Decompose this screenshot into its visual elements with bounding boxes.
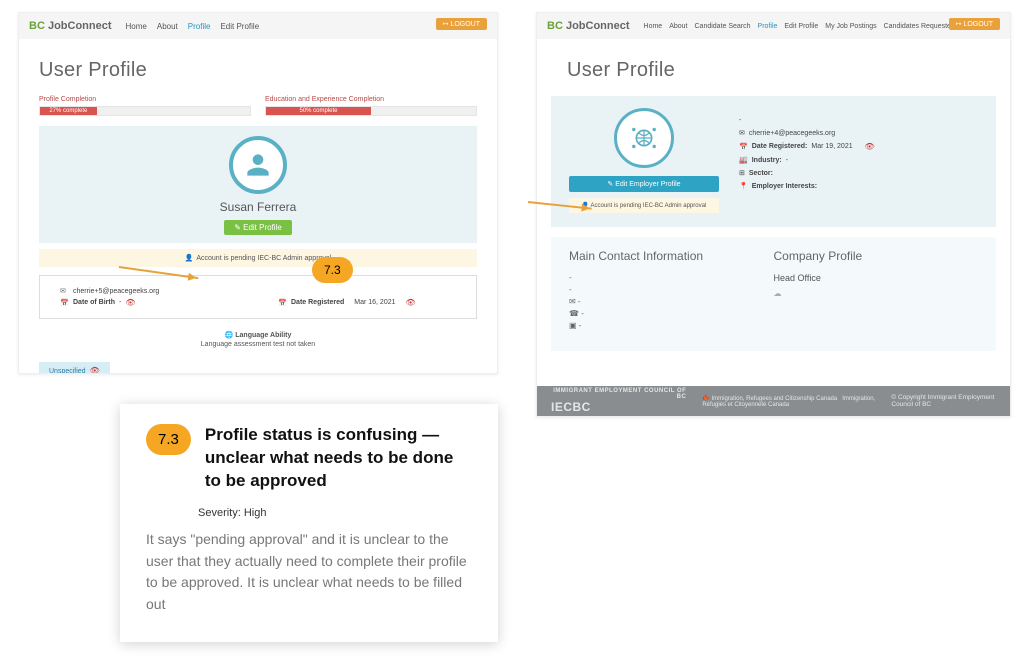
nav-profile[interactable]: Profile <box>188 22 211 31</box>
visibility-off-icon: 👁 <box>125 298 135 307</box>
progress-bar: 50% complete <box>265 106 477 116</box>
user-icon: 👤 <box>185 255 194 262</box>
progress-label: Education and Experience Completion <box>265 96 477 103</box>
user-name: Susan Ferrera <box>39 200 477 214</box>
avatar-icon <box>229 136 287 194</box>
reg-label: Date Registered <box>291 299 344 306</box>
interests-label: Employer Interests: <box>752 183 817 190</box>
dob-label: Date of Birth <box>73 299 115 306</box>
nav-edit-profile[interactable]: Edit Profile <box>784 23 818 30</box>
industry-label: Industry: <box>752 157 782 164</box>
nav-profile[interactable]: Profile <box>758 23 778 30</box>
language-message: Language assessment test not taken <box>39 341 477 348</box>
screenshot-employer: BC JobConnect Home About Candidate Searc… <box>536 12 1011 417</box>
progress-fill: 50% complete <box>266 107 371 115</box>
visibility-off-icon: 👁 <box>865 142 875 151</box>
employer-panel: ✎ Edit Employer Profile 👤 Account is pen… <box>551 96 996 227</box>
email-icon: ✉ <box>60 287 69 295</box>
edit-profile-button[interactable]: ✎ Edit Profile <box>224 220 292 235</box>
progress-row: Profile Completion 27% complete Educatio… <box>19 96 497 116</box>
nav-about[interactable]: About <box>669 23 687 30</box>
reg-value: Mar 16, 2021 <box>354 299 395 306</box>
nav-left: Home About Profile Edit Profile <box>126 22 260 31</box>
visibility-off-icon: 👁 <box>405 298 415 307</box>
contact-title-value: - <box>569 285 774 294</box>
contact-name: - <box>569 273 774 282</box>
footer: IMMIGRANT EMPLOYMENT COUNCIL OF BC IECBC… <box>537 386 1010 416</box>
reg-label: Date Registered: <box>752 143 808 150</box>
annotation-badge: 7.3 <box>312 257 353 283</box>
language-box: 🌐 Language Ability Language assessment t… <box>39 325 477 354</box>
company-profile-title: Company Profile <box>774 249 979 263</box>
nav-home[interactable]: Home <box>644 23 663 30</box>
email-value: cherrie+4@peacegeeks.org <box>749 130 835 137</box>
logout-button[interactable]: ↦ LOGOUT <box>436 18 487 30</box>
calendar-icon: 📅 <box>278 299 287 307</box>
footer-gov-logos: 🍁 Immigration, Refugees and Citizenship … <box>702 395 891 408</box>
progress-label: Profile Completion <box>39 96 251 103</box>
unspecified-tag: Unspecified👁 <box>39 362 110 374</box>
company-name: - <box>739 117 978 124</box>
note-icon: ▣ - <box>569 321 774 330</box>
cloud-icon: ☁ <box>774 289 979 298</box>
phone-icon: ☎ - <box>569 309 774 318</box>
calendar-icon: 📅 <box>739 143 748 151</box>
brand-logo: BC JobConnect <box>29 20 112 32</box>
nav-home[interactable]: Home <box>126 22 147 31</box>
brand-logo: BC JobConnect <box>547 20 630 32</box>
nav-candidate-search[interactable]: Candidate Search <box>695 23 751 30</box>
location-icon: 📍 <box>739 182 748 190</box>
footer-copyright: © Copyright Immigrant Employment Council… <box>891 394 996 408</box>
contact-col: Main Contact Information - - ✉ - ☎ - ▣ - <box>569 249 774 333</box>
contact-company-row: Main Contact Information - - ✉ - ☎ - ▣ -… <box>551 237 996 351</box>
profile-panel: Susan Ferrera ✎ Edit Profile <box>39 126 477 243</box>
issue-card: 7.3 Profile status is confusing — unclea… <box>120 404 498 642</box>
company-logo-icon <box>614 108 674 168</box>
progress-bar: 27% complete <box>39 106 251 116</box>
nav-about[interactable]: About <box>157 22 178 31</box>
edit-employer-button[interactable]: ✎ Edit Employer Profile <box>569 176 719 192</box>
logout-button[interactable]: ↦ LOGOUT <box>949 18 1000 30</box>
page-title: User Profile <box>537 39 1010 96</box>
footer-logo: IMMIGRANT EMPLOYMENT COUNCIL OF BC IECBC <box>551 388 686 414</box>
email-icon: ✉ - <box>569 297 774 306</box>
email-icon: ✉ <box>739 129 745 137</box>
issue-severity: Severity: High <box>198 507 472 519</box>
industry-icon: 🏭 <box>739 156 748 164</box>
email-value: cherrie+5@peacegeeks.org <box>73 288 159 295</box>
contact-title: Main Contact Information <box>569 249 774 263</box>
progress-profile: Profile Completion 27% complete <box>39 96 251 116</box>
dob-value: - <box>119 299 121 306</box>
topbar-left: BC JobConnect Home About Profile Edit Pr… <box>19 13 497 39</box>
page-title: User Profile <box>19 39 497 96</box>
nav-edit-profile[interactable]: Edit Profile <box>220 22 259 31</box>
screenshot-jobseeker: BC JobConnect Home About Profile Edit Pr… <box>18 12 498 374</box>
sector-label: Sector: <box>749 170 773 177</box>
nav-my-job-postings[interactable]: My Job Postings <box>825 23 876 30</box>
industry-value: - <box>786 157 788 164</box>
issue-body: It says "pending approval" and it is unc… <box>146 529 472 616</box>
issue-title: Profile status is confusing — unclear wh… <box>205 424 472 493</box>
issue-number-badge: 7.3 <box>146 424 191 455</box>
info-box: ✉ cherrie+5@peacegeeks.org 📅 Date of Birth… <box>39 275 477 319</box>
nav-candidates-requested[interactable]: Candidates Requested <box>884 23 955 30</box>
topbar-right: BC JobConnect Home About Candidate Searc… <box>537 13 1010 39</box>
progress-fill: 27% complete <box>40 107 97 115</box>
reg-value: Mar 19, 2021 <box>811 143 852 150</box>
company-col: Company Profile Head Office ☁ <box>774 249 979 333</box>
nav-right: Home About Candidate Search Profile Edit… <box>644 23 955 30</box>
visibility-off-icon: 👁 <box>90 366 100 374</box>
progress-education: Education and Experience Completion 50% … <box>265 96 477 116</box>
calendar-icon: 📅 <box>60 299 69 307</box>
globe-icon: 🌐 <box>225 332 234 339</box>
head-office: Head Office <box>774 273 979 283</box>
pending-approval-banner: 👤Account is pending IEC-BC Admin approva… <box>39 249 477 267</box>
sector-icon: ⊞ <box>739 169 745 177</box>
